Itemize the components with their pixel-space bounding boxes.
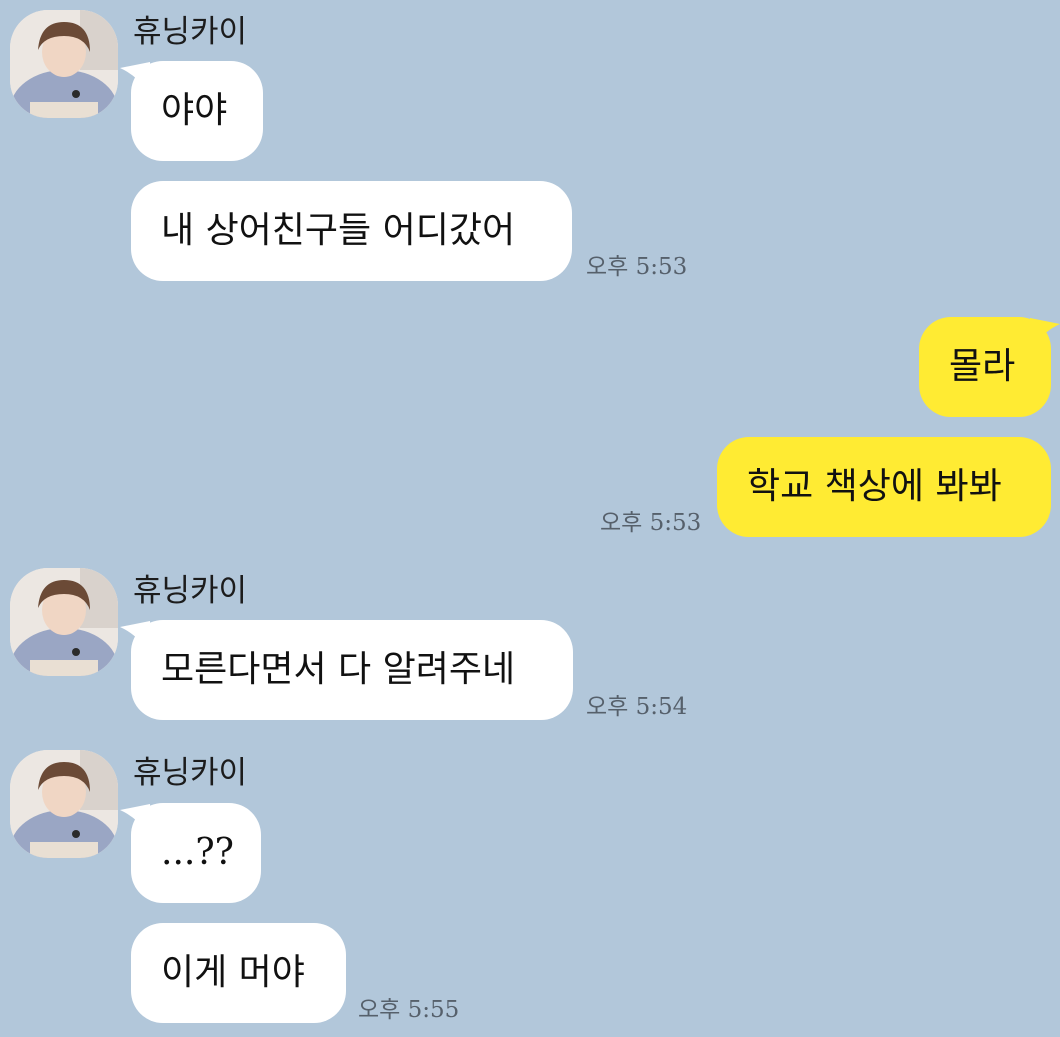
message-bubble[interactable]: 몰라	[919, 317, 1051, 417]
message-timestamp: 오후 5:53	[586, 254, 688, 280]
message-bubble[interactable]: 이게 머야	[131, 923, 346, 1023]
profile-avatar[interactable]	[10, 10, 118, 118]
profile-avatar[interactable]	[10, 750, 118, 858]
message-bubble[interactable]: ...??	[131, 803, 261, 903]
sender-name: 휴닝카이	[133, 755, 248, 791]
chat-room: 휴닝카이 야야 내 상어친구들 어디갔어 오후 5:53 몰라 학교 책상에 봐…	[0, 0, 1060, 1037]
avatar-photo-icon	[10, 750, 118, 858]
message-bubble[interactable]: 모른다면서 다 알려주네	[131, 620, 573, 720]
message-timestamp: 오후 5:54	[586, 694, 688, 720]
message-bubble[interactable]: 내 상어친구들 어디갔어	[131, 181, 572, 281]
message-bubble[interactable]: 야야	[131, 61, 263, 161]
message-bubble[interactable]: 학교 책상에 봐봐	[717, 437, 1051, 537]
sender-name: 휴닝카이	[133, 14, 248, 50]
avatar-photo-icon	[10, 10, 118, 118]
message-timestamp: 오후 5:55	[358, 997, 460, 1023]
message-timestamp: 오후 5:53	[600, 510, 702, 536]
avatar-photo-icon	[10, 568, 118, 676]
profile-avatar[interactable]	[10, 568, 118, 676]
sender-name: 휴닝카이	[133, 573, 248, 609]
